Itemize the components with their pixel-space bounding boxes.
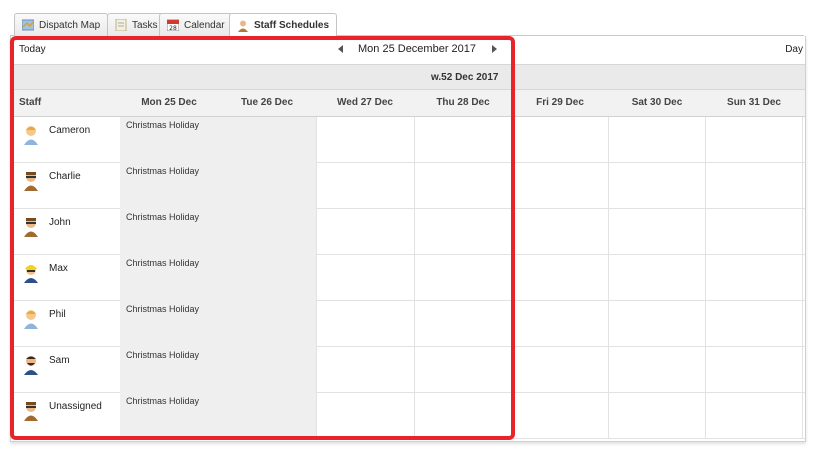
- blonde-person-icon: [23, 309, 39, 329]
- staff-name: Charlie: [49, 171, 81, 182]
- hardhat-person-icon: [23, 263, 39, 283]
- day-header: Fri 29 Dec: [536, 97, 584, 108]
- tab-staff-schedules[interactable]: Staff Schedules: [229, 13, 338, 37]
- event-label: Christmas Holiday: [126, 304, 200, 314]
- staff-name: John: [49, 217, 71, 228]
- person-icon: [237, 20, 249, 32]
- holiday-event[interactable]: Christmas Holiday: [120, 301, 316, 347]
- holiday-event[interactable]: Christmas Holiday: [120, 209, 316, 255]
- event-label: Christmas Holiday: [126, 212, 200, 222]
- today-button[interactable]: Today: [19, 44, 46, 55]
- worker-person-icon: [23, 171, 39, 191]
- blonde-person-icon: [23, 125, 39, 145]
- staff-cell: John: [11, 209, 120, 255]
- day-header: Sun 31 Dec: [727, 97, 781, 108]
- event-label: Christmas Holiday: [126, 396, 200, 406]
- staff-name: Max: [49, 263, 68, 274]
- current-date: Mon 25 December 2017: [358, 43, 477, 55]
- tab-label: Tasks: [132, 19, 158, 31]
- staff-cell: Sam: [11, 347, 120, 393]
- staff-cell: Unassigned: [11, 393, 120, 439]
- staff-name: Cameron: [49, 125, 91, 136]
- staff-cell: Cameron: [11, 117, 120, 163]
- schedule-panel: Today Mon 25 December 2017 Day w.52 Dec …: [10, 36, 806, 442]
- holiday-event[interactable]: Christmas Holiday: [120, 117, 316, 163]
- holiday-event[interactable]: Christmas Holiday: [120, 163, 316, 209]
- date-navigation: Today Mon 25 December 2017 Day: [11, 36, 805, 64]
- staff-column-header: Staff: [19, 97, 42, 108]
- holiday-event[interactable]: Christmas Holiday: [120, 255, 316, 301]
- day-header: Wed 27 Dec: [337, 97, 393, 108]
- staff-row[interactable]: Charlie Christmas Holiday: [11, 163, 805, 209]
- staff-cell: Charlie: [11, 163, 120, 209]
- day-header: Sat 30 Dec: [631, 97, 683, 108]
- tab-label: Dispatch Map: [39, 19, 101, 31]
- tab-bar: Dispatch Map Tasks 28 Calendar Staff Sch…: [10, 8, 804, 37]
- day-header: Tue 26 Dec: [240, 97, 294, 108]
- tab-dispatch-map[interactable]: Dispatch Map: [14, 13, 109, 36]
- event-label: Christmas Holiday: [126, 350, 200, 360]
- worker-person-icon: [23, 217, 39, 237]
- column-header-row: Staff Mon 25 Dec Tue 26 Dec Wed 27 Dec T…: [11, 90, 805, 117]
- day-header: Thu 28 Dec: [436, 97, 490, 108]
- staff-row[interactable]: John Christmas Holiday: [11, 209, 805, 255]
- staff-cell: Phil: [11, 301, 120, 347]
- staff-row[interactable]: Max Christmas Holiday: [11, 255, 805, 301]
- tab-tasks[interactable]: Tasks: [107, 13, 166, 36]
- staff-row[interactable]: Phil Christmas Holiday: [11, 301, 805, 347]
- worker-person-icon: [23, 401, 39, 421]
- staff-name: Unassigned: [49, 401, 102, 412]
- calendar-icon: 28: [166, 19, 180, 32]
- tab-label: Staff Schedules: [254, 20, 330, 31]
- event-label: Christmas Holiday: [126, 258, 200, 268]
- tab-label: Calendar: [184, 19, 225, 31]
- tasks-icon: [115, 18, 127, 32]
- bearded-person-icon: [23, 355, 39, 375]
- staff-row[interactable]: Unassigned Christmas Holiday: [11, 393, 805, 439]
- week-label: w.52 Dec 2017: [431, 72, 499, 83]
- week-header: w.52 Dec 2017: [11, 64, 805, 90]
- staff-name: Sam: [49, 355, 70, 366]
- previous-arrow-icon[interactable]: [336, 44, 346, 56]
- svg-text:28: 28: [169, 25, 177, 31]
- holiday-event[interactable]: Christmas Holiday: [120, 393, 316, 439]
- event-label: Christmas Holiday: [126, 120, 200, 130]
- holiday-event[interactable]: Christmas Holiday: [120, 347, 316, 393]
- day-view-button[interactable]: Day: [785, 44, 803, 55]
- day-header: Mon 25 Dec: [141, 97, 197, 108]
- next-arrow-icon[interactable]: [489, 44, 499, 56]
- staff-row[interactable]: Sam Christmas Holiday: [11, 347, 805, 393]
- event-label: Christmas Holiday: [126, 166, 200, 176]
- tab-calendar[interactable]: 28 Calendar: [159, 13, 233, 36]
- staff-name: Phil: [49, 309, 66, 320]
- staff-cell: Max: [11, 255, 120, 301]
- map-icon: [21, 19, 35, 31]
- staff-row[interactable]: Cameron Christmas Holiday: [11, 117, 805, 163]
